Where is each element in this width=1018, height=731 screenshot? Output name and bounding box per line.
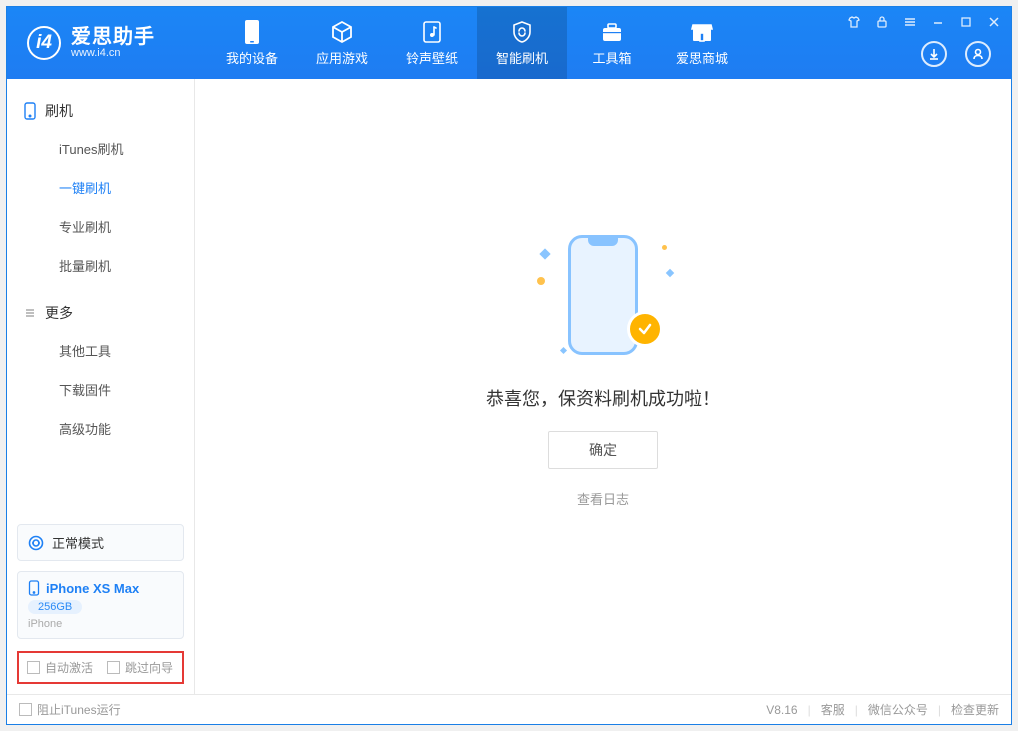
separator: |	[855, 703, 858, 717]
logo-text: 爱思助手 www.i4.cn	[71, 27, 155, 60]
device-panel: 正常模式 iPhone XS Max 256GB iPhone	[7, 524, 194, 651]
success-illustration	[533, 225, 673, 365]
group-title-label: 刷机	[45, 101, 73, 121]
phone-notch	[588, 236, 618, 246]
footer: 阻止iTunes运行 V8.16 | 客服 | 微信公众号 | 检查更新	[7, 694, 1011, 724]
device-name: iPhone XS Max	[46, 581, 139, 596]
main-area: 恭喜您，保资料刷机成功啦！ 确定 查看日志	[195, 79, 1011, 694]
downloads-button[interactable]	[921, 41, 947, 67]
mini-phone-icon	[28, 580, 40, 596]
checkbox-label: 自动激活	[45, 659, 93, 676]
nav-smart-flash[interactable]: 智能刷机	[477, 7, 567, 79]
user-button[interactable]	[965, 41, 991, 67]
nav-store[interactable]: 爱思商城	[657, 7, 747, 79]
shirt-icon[interactable]	[845, 13, 863, 31]
version-label: V8.16	[766, 703, 797, 717]
nav-my-device[interactable]: 我的设备	[207, 7, 297, 79]
app-domain: www.i4.cn	[71, 48, 155, 60]
separator: |	[808, 703, 811, 717]
nav-apps-games[interactable]: 应用游戏	[297, 7, 387, 79]
cube-icon	[330, 20, 354, 44]
nav-ringtones-wallpapers[interactable]: 铃声壁纸	[387, 7, 477, 79]
app-window: i4 爱思助手 www.i4.cn 我的设备 应用游戏 铃声壁纸 智能刷机	[6, 6, 1012, 725]
lock-icon[interactable]	[873, 13, 891, 31]
sidebar-group-more: 更多 其他工具 下载固件 高级功能	[7, 295, 194, 448]
shield-sync-icon	[510, 20, 534, 44]
spark-icon	[666, 269, 674, 277]
logo: i4 爱思助手 www.i4.cn	[7, 7, 207, 79]
menu-icon[interactable]	[901, 13, 919, 31]
checkbox-label: 跳过向导	[125, 659, 173, 676]
sidebar: 刷机 iTunes刷机 一键刷机 专业刷机 批量刷机 更多 其他工具 下载固件 …	[7, 79, 195, 694]
mode-label: 正常模式	[52, 533, 104, 552]
device-type: iPhone	[28, 618, 173, 630]
device-capacity: 256GB	[28, 600, 82, 614]
logo-icon: i4	[27, 26, 61, 60]
checkbox-box	[19, 703, 32, 716]
music-file-icon	[420, 20, 444, 44]
phone-icon	[23, 102, 37, 120]
spark-icon	[539, 248, 550, 259]
device-box[interactable]: iPhone XS Max 256GB iPhone	[17, 571, 184, 639]
checkbox-box	[27, 661, 40, 674]
sidebar-group-title[interactable]: 刷机	[7, 93, 194, 129]
sidebar-item-pro-flash[interactable]: 专业刷机	[7, 207, 194, 246]
device-name-row: iPhone XS Max	[28, 580, 173, 596]
nav-label: 我的设备	[226, 48, 278, 67]
sidebar-group-flash: 刷机 iTunes刷机 一键刷机 专业刷机 批量刷机	[7, 93, 194, 285]
sync-icon	[28, 535, 44, 551]
sidebar-item-advanced[interactable]: 高级功能	[7, 409, 194, 448]
minimize-button[interactable]	[929, 13, 947, 31]
phone-outline-icon	[568, 235, 638, 355]
sidebar-item-download-firmware[interactable]: 下载固件	[7, 370, 194, 409]
footer-right: V8.16 | 客服 | 微信公众号 | 检查更新	[766, 701, 999, 718]
mode-box[interactable]: 正常模式	[17, 524, 184, 561]
dot-icon	[537, 277, 545, 285]
titlebar: i4 爱思助手 www.i4.cn 我的设备 应用游戏 铃声壁纸 智能刷机	[7, 7, 1011, 79]
sidebar-item-oneclick-flash[interactable]: 一键刷机	[7, 168, 194, 207]
app-name: 爱思助手	[71, 27, 155, 48]
sidebar-scroll: 刷机 iTunes刷机 一键刷机 专业刷机 批量刷机 更多 其他工具 下载固件 …	[7, 79, 194, 524]
store-icon	[690, 20, 714, 44]
maximize-button[interactable]	[957, 13, 975, 31]
sidebar-item-batch-flash[interactable]: 批量刷机	[7, 246, 194, 285]
sidebar-group-title[interactable]: 更多	[7, 295, 194, 331]
close-button[interactable]	[985, 13, 1003, 31]
confirm-button[interactable]: 确定	[548, 431, 658, 469]
nav-label: 铃声壁纸	[406, 48, 458, 67]
device-icon	[240, 20, 264, 44]
wechat-link[interactable]: 微信公众号	[868, 701, 928, 718]
nav: 我的设备 应用游戏 铃声壁纸 智能刷机 工具箱 爱思商城	[207, 7, 747, 79]
body: 刷机 iTunes刷机 一键刷机 专业刷机 批量刷机 更多 其他工具 下载固件 …	[7, 79, 1011, 694]
nav-label: 智能刷机	[496, 48, 548, 67]
spark-icon	[560, 347, 567, 354]
sidebar-item-itunes-flash[interactable]: iTunes刷机	[7, 129, 194, 168]
separator: |	[938, 703, 941, 717]
checkbox-label: 阻止iTunes运行	[37, 701, 121, 718]
toolbox-icon	[600, 20, 624, 44]
nav-label: 工具箱	[592, 48, 631, 67]
window-controls	[845, 13, 1003, 31]
success-message: 恭喜您，保资料刷机成功啦！	[486, 385, 720, 411]
nav-label: 爱思商城	[676, 48, 728, 67]
sidebar-item-other-tools[interactable]: 其他工具	[7, 331, 194, 370]
checkbox-skip-guide[interactable]: 跳过向导	[107, 659, 173, 676]
dot-icon	[662, 245, 667, 250]
checkbox-box	[107, 661, 120, 674]
check-update-link[interactable]: 检查更新	[951, 701, 999, 718]
group-title-label: 更多	[45, 303, 73, 323]
nav-label: 应用游戏	[316, 48, 368, 67]
list-icon	[23, 306, 37, 320]
check-circle-icon	[627, 311, 663, 347]
checkbox-block-itunes[interactable]: 阻止iTunes运行	[19, 701, 121, 718]
options-highlight-box: 自动激活 跳过向导	[17, 651, 184, 684]
nav-toolbox[interactable]: 工具箱	[567, 7, 657, 79]
checkbox-auto-activate[interactable]: 自动激活	[27, 659, 93, 676]
support-link[interactable]: 客服	[821, 701, 845, 718]
view-log-link[interactable]: 查看日志	[577, 489, 629, 508]
